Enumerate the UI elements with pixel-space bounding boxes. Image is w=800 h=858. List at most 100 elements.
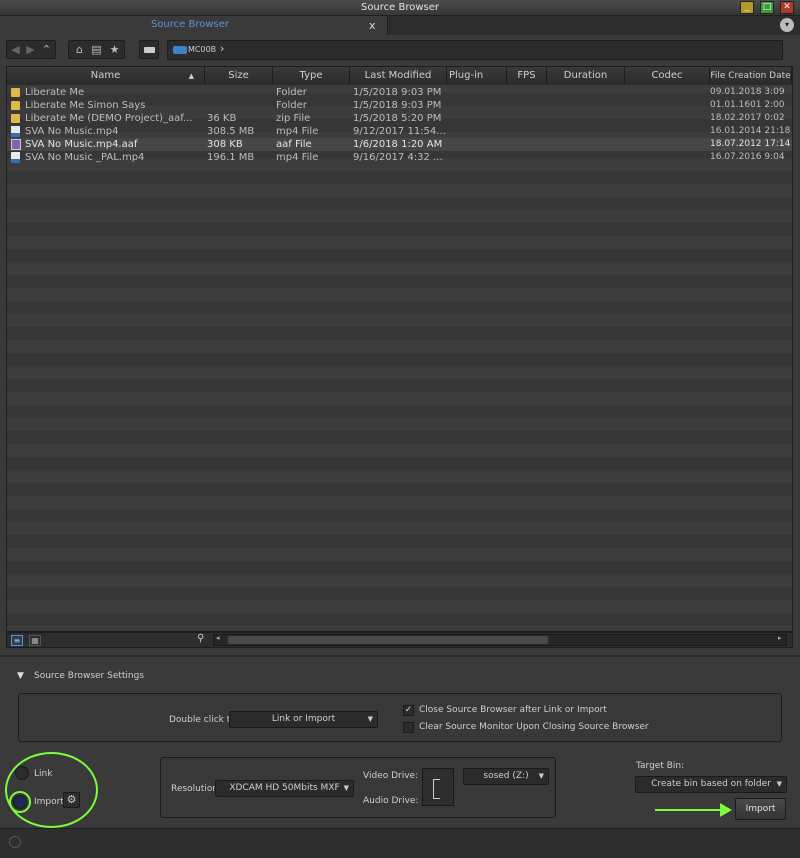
annotation-arrow-head — [720, 803, 732, 817]
drive-link-bracket[interactable] — [422, 768, 454, 806]
close-after-label: Close Source Browser after Link or Impor… — [419, 705, 607, 715]
cell-modified: 1/6/2018 1:20 AM — [353, 139, 443, 150]
close-window-button[interactable]: ✕ — [780, 1, 794, 14]
cell-created: 18.02.2017 0:02 — [710, 113, 785, 123]
close-after-checkbox[interactable]: ✓ — [403, 705, 414, 716]
clear-monitor-label: Clear Source Monitor Upon Closing Source… — [419, 722, 649, 732]
file-row[interactable]: SVA No Music _PAL.mp4 196.1 MB mp4 File 9/1… — [7, 151, 792, 164]
scroll-left-icon[interactable]: ◂ — [216, 634, 220, 642]
column-file-creation-date[interactable]: File Creation Date — [710, 67, 792, 85]
annotation-arrow-shaft — [655, 809, 725, 811]
scroll-right-icon[interactable]: ▸ — [778, 634, 782, 642]
home-icon[interactable]: ⌂ — [71, 41, 88, 58]
import-options-panel: Resolution: XDCAM HD 50Mbits MXF ▼ Video … — [160, 757, 556, 818]
cell-modified: 1/5/2018 9:03 PM — [353, 87, 442, 98]
maximize-button[interactable]: □ — [760, 1, 774, 14]
column-size[interactable]: Size — [205, 67, 273, 85]
resolution-label: Resolution: — [171, 784, 222, 794]
cell-name: Liberate Me Simon Says — [25, 100, 146, 111]
video-file-icon — [11, 126, 20, 137]
cell-created: 09.01.2018 3:09 — [710, 87, 785, 97]
cell-type: mp4 File — [276, 152, 319, 163]
path-bar[interactable]: MC00B › — [167, 40, 783, 60]
folder-icon — [11, 88, 20, 97]
cell-created: 18.07.2012 17:14 — [710, 139, 791, 149]
back-arrow-icon[interactable]: ◀ — [8, 41, 23, 58]
chevron-down-icon: ▼ — [343, 784, 349, 792]
file-row[interactable]: SVA No Music.mp4.aaf 308 KB aaf File 1/6/20… — [7, 138, 792, 151]
chevron-down-icon: ▼ — [367, 715, 373, 723]
up-arrow-icon[interactable]: ⌃ — [39, 41, 54, 58]
tree-view-icon[interactable]: ▤ — [88, 41, 105, 58]
cell-type: Folder — [276, 100, 307, 111]
cell-size — [207, 99, 271, 112]
list-footer: ≡ ▦ ⚲ ◂ ▸ — [6, 632, 793, 648]
drive-select[interactable]: sosed (Z:) ▼ — [463, 768, 549, 785]
horizontal-scrollbar[interactable]: ◂ ▸ — [213, 634, 787, 646]
scrollbar-thumb[interactable] — [228, 636, 548, 644]
minimize-button[interactable]: _ — [740, 1, 754, 14]
drive-button[interactable] — [139, 40, 159, 59]
panel-menu-icon[interactable]: ▾ — [780, 18, 794, 32]
network-drive-icon — [173, 46, 187, 54]
forward-arrow-icon[interactable]: ▶ — [23, 41, 38, 58]
column-codec[interactable]: Codec — [625, 67, 710, 85]
target-bin-select[interactable]: Create bin based on folder ▼ — [635, 776, 787, 793]
cell-size: 308 KB — [207, 139, 243, 150]
folder-icon — [11, 114, 20, 123]
cell-created: 16.07.2016 9:04 — [710, 152, 785, 162]
cell-modified: 9/12/2017 11:54... — [353, 126, 445, 137]
column-duration[interactable]: Duration — [547, 67, 625, 85]
tab-label: Source Browser — [150, 19, 230, 30]
cell-size: 36 KB — [207, 113, 237, 124]
sort-ascending-icon: ▲ — [188, 72, 194, 80]
gear-icon[interactable]: ⚙ — [63, 792, 80, 808]
column-fps[interactable]: FPS — [507, 67, 547, 85]
file-row[interactable]: Liberate Me Folder 1/5/2018 9:03 PM 09.01.2… — [7, 86, 792, 99]
settings-header[interactable]: Source Browser Settings — [34, 671, 144, 681]
nav-group: ◀ ▶ ⌃ — [6, 40, 56, 59]
cell-size: 308.5 MB — [207, 126, 255, 137]
cell-name: Liberate Me (DEMO Project)_aaf... — [25, 113, 193, 124]
list-view-icon[interactable]: ≡ — [11, 635, 23, 646]
cell-name: Liberate Me — [25, 87, 85, 98]
link-radio[interactable] — [15, 766, 29, 780]
tab-close-icon[interactable]: x — [369, 16, 376, 35]
thumbnail-view-icon[interactable]: ▦ — [29, 635, 41, 646]
cell-modified: 1/5/2018 9:03 PM — [353, 100, 442, 111]
resolution-select[interactable]: XDCAM HD 50Mbits MXF ▼ — [215, 780, 354, 797]
path-segment[interactable]: MC00B — [188, 43, 216, 57]
search-icon[interactable]: ⚲ — [197, 633, 204, 644]
double-click-select[interactable]: Link or Import ▼ — [229, 711, 378, 728]
status-indicator-icon — [9, 836, 21, 848]
chevron-down-icon: ▼ — [538, 772, 544, 780]
cell-created: 01.01.1601 2:00 — [710, 100, 785, 110]
file-row[interactable]: Liberate Me (DEMO Project)_aaf... 36 KB zi… — [7, 112, 792, 125]
file-row[interactable]: Liberate Me Simon Says Folder 1/5/2018 9:0… — [7, 99, 792, 112]
clear-monitor-checkbox[interactable] — [403, 722, 414, 733]
tab-source-browser[interactable]: Source Browser x — [0, 16, 388, 35]
divider — [0, 655, 800, 657]
import-button[interactable]: Import — [735, 798, 786, 820]
favorites-star-icon[interactable]: ★ — [106, 41, 123, 58]
cell-size: 196.1 MB — [207, 152, 255, 163]
import-label: Import — [34, 797, 64, 807]
column-header-row: Name ▲ Size Type Last Modified Plug-in FP… — [7, 67, 792, 85]
aaf-file-icon — [11, 139, 21, 150]
column-type[interactable]: Type — [273, 67, 350, 85]
import-radio[interactable] — [13, 795, 27, 809]
column-name[interactable]: Name ▲ — [7, 67, 205, 85]
column-plugin[interactable]: Plug-in — [447, 67, 507, 85]
cell-type: aaf File — [276, 139, 312, 150]
drive-icon — [144, 47, 155, 53]
chevron-right-icon[interactable]: › — [220, 42, 224, 55]
cell-modified: 1/5/2018 5:20 PM — [353, 113, 442, 124]
cell-created: 16.01.2014 21:18 — [710, 126, 791, 136]
video-drive-label: Video Drive: — [363, 771, 419, 781]
column-last-modified[interactable]: Last Modified — [350, 67, 447, 85]
file-row[interactable]: SVA No Music.mp4 308.5 MB mp4 File 9/12/201… — [7, 125, 792, 138]
location-group: ⌂ ▤ ★ — [68, 40, 125, 59]
file-list: Name ▲ Size Type Last Modified Plug-in FP… — [6, 66, 793, 632]
settings-toggle-icon[interactable]: ▼ — [17, 671, 24, 681]
link-label: Link — [34, 769, 53, 779]
